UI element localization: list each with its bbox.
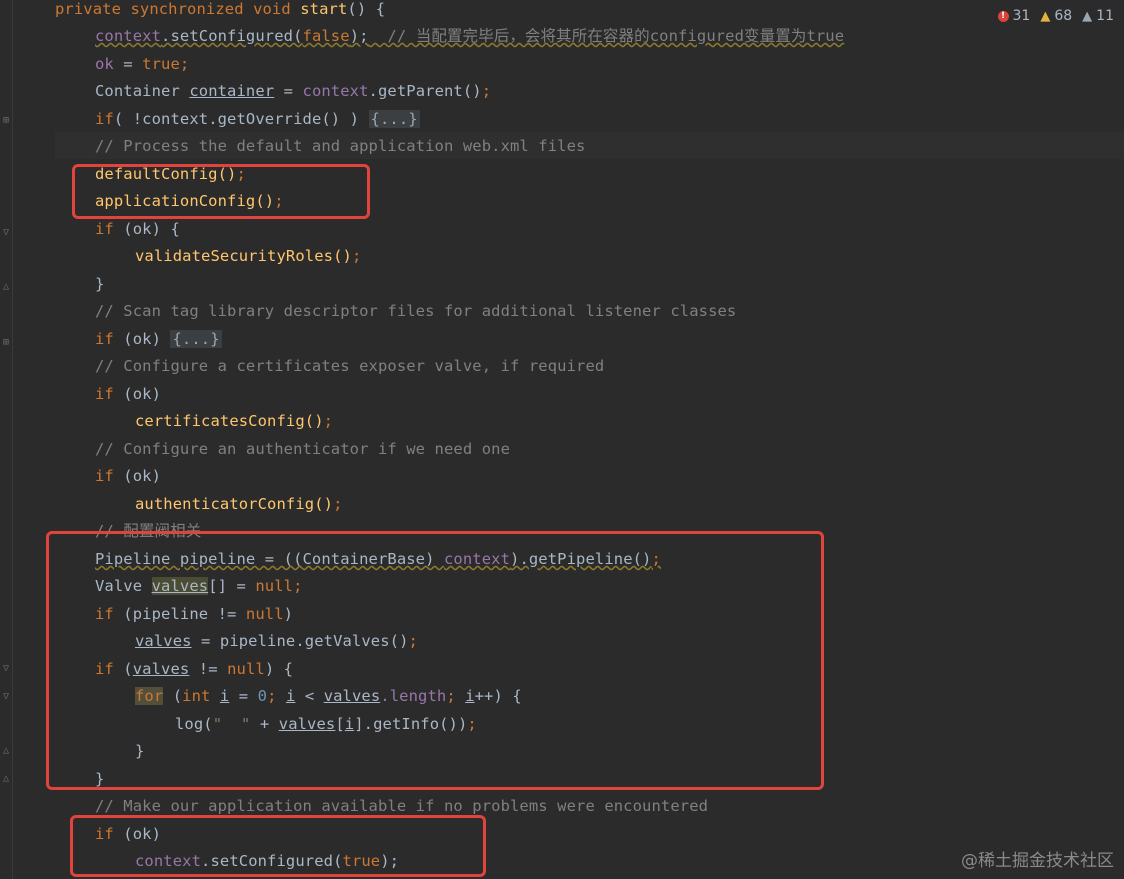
code-line[interactable]: if (ok) (95, 381, 161, 408)
code-line[interactable]: certificatesConfig(); (135, 408, 333, 435)
code-line[interactable]: context.setConfigured(false); // 当配置完毕后，… (95, 23, 844, 50)
code-comment: // Process the default and application w… (95, 137, 586, 155)
code-line[interactable]: } (95, 271, 104, 298)
fold-marker-icon[interactable]: ▽ (3, 692, 13, 702)
warning-count[interactable]: ▲ 68 (1040, 8, 1072, 24)
code-comment: // Configure an authenticator if we need… (95, 440, 510, 458)
fold-marker-icon[interactable]: △ (3, 746, 13, 756)
fold-marker-icon[interactable]: △ (3, 774, 13, 784)
fold-marker-icon[interactable]: ⊞ (3, 338, 13, 348)
code-line[interactable]: private synchronized void start() { (55, 0, 385, 23)
watermark: @稀土掘金技术社区 (961, 851, 1114, 871)
folded-block[interactable]: {...} (170, 330, 222, 348)
inspection-widget[interactable]: ! 31 ▲ 68 ▲ 11 (997, 8, 1114, 24)
annotation-box (70, 815, 486, 877)
code-line[interactable]: ok = true; (95, 51, 189, 78)
fold-marker-icon[interactable]: ▽ (3, 228, 13, 238)
fold-marker-icon[interactable]: ⊞ (3, 116, 13, 126)
warning-icon: ▲ (1040, 8, 1051, 24)
code-comment: // Configure a certificates exposer valv… (95, 357, 605, 375)
code-comment: // Scan tag library descriptor files for… (95, 302, 737, 320)
fold-marker-icon[interactable]: △ (3, 282, 13, 292)
code-line[interactable]: validateSecurityRoles(); (135, 243, 361, 270)
annotation-box (72, 164, 370, 219)
weak-warning-count[interactable]: ▲ 11 (1082, 8, 1114, 24)
code-line[interactable]: if( !context.getOverride() ) {...} (95, 106, 420, 133)
error-icon: ! (997, 10, 1009, 22)
code-editor[interactable]: ⊞ ▽ △ ⊞ ▽ ▽ △ △ ! 31 ▲ 68 ▲ 11 private s… (0, 0, 1124, 879)
error-count[interactable]: ! 31 (997, 8, 1030, 24)
weak-warning-icon: ▲ (1082, 8, 1093, 24)
code-line[interactable]: if (ok) { (95, 216, 180, 243)
annotation-box (46, 531, 824, 790)
code-line[interactable]: if (ok) {...} (95, 326, 222, 353)
folded-block[interactable]: {...} (368, 110, 420, 128)
code-line[interactable]: authenticatorConfig(); (135, 491, 343, 518)
fold-marker-icon[interactable]: ▽ (3, 664, 13, 674)
code-line[interactable]: if (ok) (95, 463, 161, 490)
code-line[interactable]: Container container = context.getParent(… (95, 78, 491, 105)
